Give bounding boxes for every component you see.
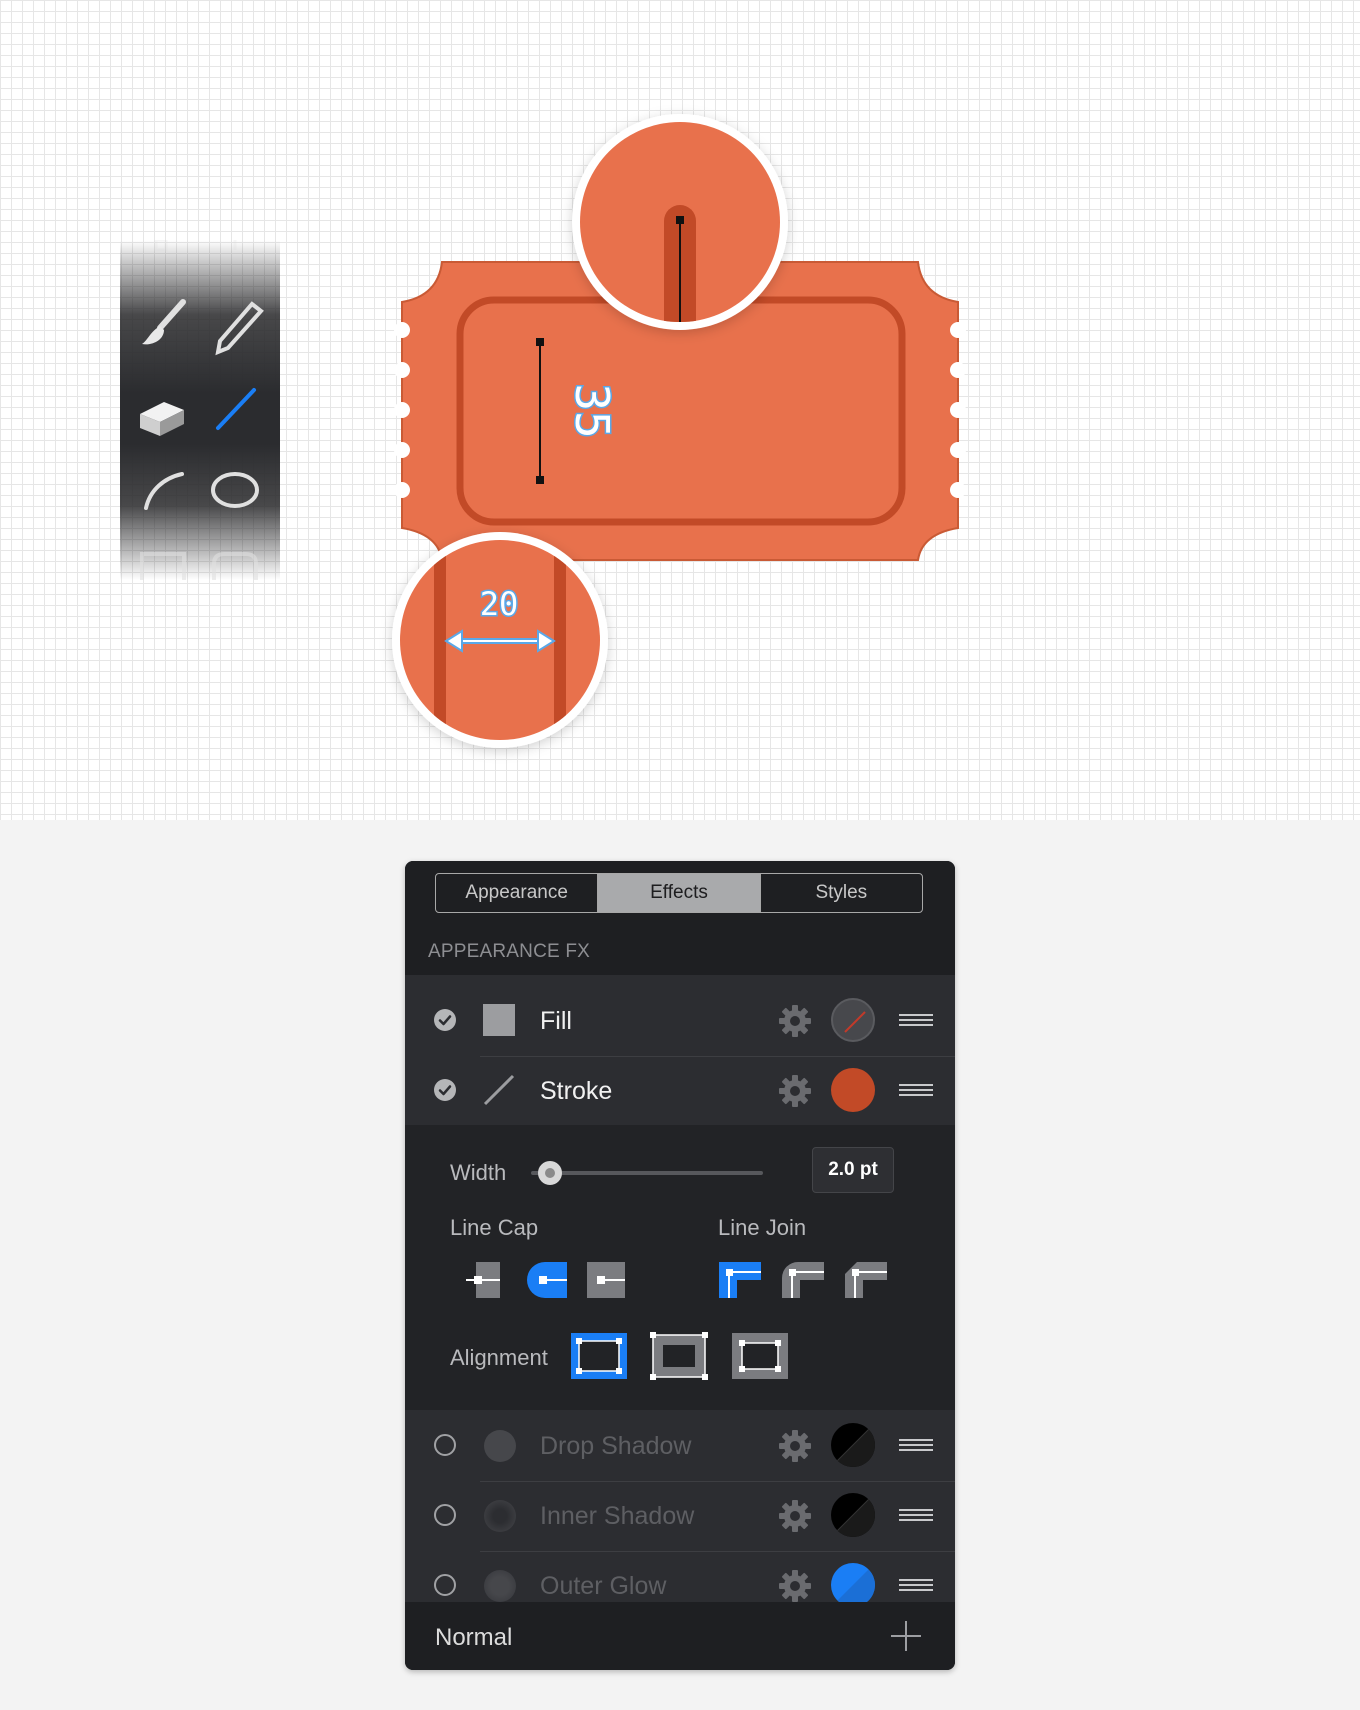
shadow-circle-icon	[484, 1430, 516, 1462]
effect-label: Outer Glow	[540, 1572, 667, 1600]
effect-row-fill[interactable]: Fill	[405, 986, 955, 1056]
gear-icon[interactable]	[777, 1568, 813, 1604]
line-cap-round-selected-icon[interactable]	[525, 1262, 567, 1298]
checkmark-icon	[438, 1085, 452, 1096]
half-swatch-icon	[831, 1493, 875, 1537]
half-swatch-icon	[831, 1423, 875, 1467]
drawing-canvas[interactable]: 35 20	[0, 0, 1360, 820]
line-cap-round-icon[interactable]	[920, 1262, 955, 1298]
line-join-round-icon[interactable]	[782, 1262, 824, 1298]
stroke-line-icon	[483, 1074, 515, 1106]
width-measurement-label: 20	[480, 585, 519, 623]
panel-tab-bar: Appearance Effects Styles	[405, 861, 955, 919]
line-join-label: Line Join	[718, 1215, 807, 1240]
appearance-panel: Appearance Effects Styles APPEARANCE FX …	[405, 861, 955, 1670]
fill-square-icon	[483, 1004, 515, 1036]
drag-handle-icon[interactable]	[899, 1579, 933, 1593]
gear-icon[interactable]	[777, 1073, 813, 1109]
blend-mode-selector[interactable]: Normal	[435, 1624, 512, 1652]
effect-row-stroke[interactable]: Stroke	[405, 1056, 955, 1126]
drop-shadow-enabled-checkbox[interactable]	[434, 1434, 456, 1456]
gear-icon[interactable]	[777, 1498, 813, 1534]
outer-glow-enabled-checkbox[interactable]	[434, 1574, 456, 1596]
outer-glow-color-swatch[interactable]	[831, 1563, 875, 1607]
drag-handle-icon[interactable]	[899, 1509, 933, 1523]
effect-row-inner-shadow[interactable]: Inner Shadow	[405, 1481, 955, 1551]
no-color-slash-icon	[844, 1011, 866, 1033]
fill-enabled-checkbox[interactable]	[434, 1009, 456, 1031]
tab-effects[interactable]: Effects	[597, 874, 760, 912]
panel-footer: Normal	[405, 1602, 955, 1670]
drag-handle-icon[interactable]	[899, 1439, 933, 1453]
row-divider	[480, 1056, 955, 1057]
inner-shadow-enabled-checkbox[interactable]	[434, 1504, 456, 1526]
checkmark-icon	[438, 1015, 452, 1026]
width-label: Width	[450, 1160, 507, 1185]
stroke-options: Width 2.0 pt Line Cap Line Join Alignmen…	[405, 1125, 955, 1410]
add-effect-button[interactable]	[889, 1619, 923, 1653]
gear-icon[interactable]	[777, 1428, 813, 1464]
drop-shadow-color-swatch[interactable]	[831, 1423, 875, 1467]
line-join-miter-selected-icon[interactable]	[719, 1262, 761, 1298]
row-divider	[480, 1481, 955, 1482]
effect-label: Fill	[540, 1007, 572, 1035]
stroke-color-swatch[interactable]	[831, 1068, 875, 1112]
inner-shadow-color-swatch[interactable]	[831, 1493, 875, 1537]
tab-appearance[interactable]: Appearance	[436, 874, 597, 912]
inner-shadow-circle-icon	[484, 1500, 516, 1532]
width-value-field[interactable]: 2.0 pt	[812, 1147, 894, 1193]
effect-row-drop-shadow[interactable]: Drop Shadow	[405, 1411, 955, 1481]
drag-handle-icon[interactable]	[899, 1014, 933, 1028]
row-divider	[480, 1551, 955, 1552]
section-header: APPEARANCE FX	[405, 919, 955, 975]
tab-styles[interactable]: Styles	[759, 874, 922, 912]
drag-handle-icon[interactable]	[899, 1084, 933, 1098]
height-measurement-label: 35	[565, 383, 619, 438]
ticket-artwork[interactable]: 35 20	[0, 0, 1360, 820]
alignment-center-icon[interactable]	[650, 1332, 708, 1380]
line-cap-butt-icon[interactable]	[462, 1262, 504, 1298]
line-cap-label: Line Cap	[450, 1215, 539, 1240]
effect-label: Stroke	[540, 1077, 613, 1105]
line-join-bevel-icon[interactable]	[845, 1262, 887, 1298]
bottom-magnifier	[392, 532, 608, 748]
width-slider-knob[interactable]	[537, 1161, 562, 1185]
alignment-inside-selected-icon[interactable]	[570, 1332, 628, 1380]
line-cap-square-icon[interactable]	[583, 1262, 625, 1298]
effect-label: Inner Shadow	[540, 1502, 695, 1530]
alignment-outside-icon[interactable]	[731, 1332, 789, 1380]
alignment-label: Alignment	[450, 1345, 548, 1370]
width-slider-track[interactable]	[531, 1171, 763, 1175]
section-title: APPEARANCE FX	[428, 941, 591, 962]
effect-label: Drop Shadow	[540, 1432, 692, 1460]
glow-circle-icon	[484, 1570, 516, 1602]
half-swatch-icon	[831, 1563, 875, 1607]
stroke-enabled-checkbox[interactable]	[434, 1079, 456, 1101]
fill-color-swatch[interactable]	[831, 998, 875, 1042]
gear-icon[interactable]	[777, 1003, 813, 1039]
segmented-tabs: Appearance Effects Styles	[435, 873, 923, 913]
